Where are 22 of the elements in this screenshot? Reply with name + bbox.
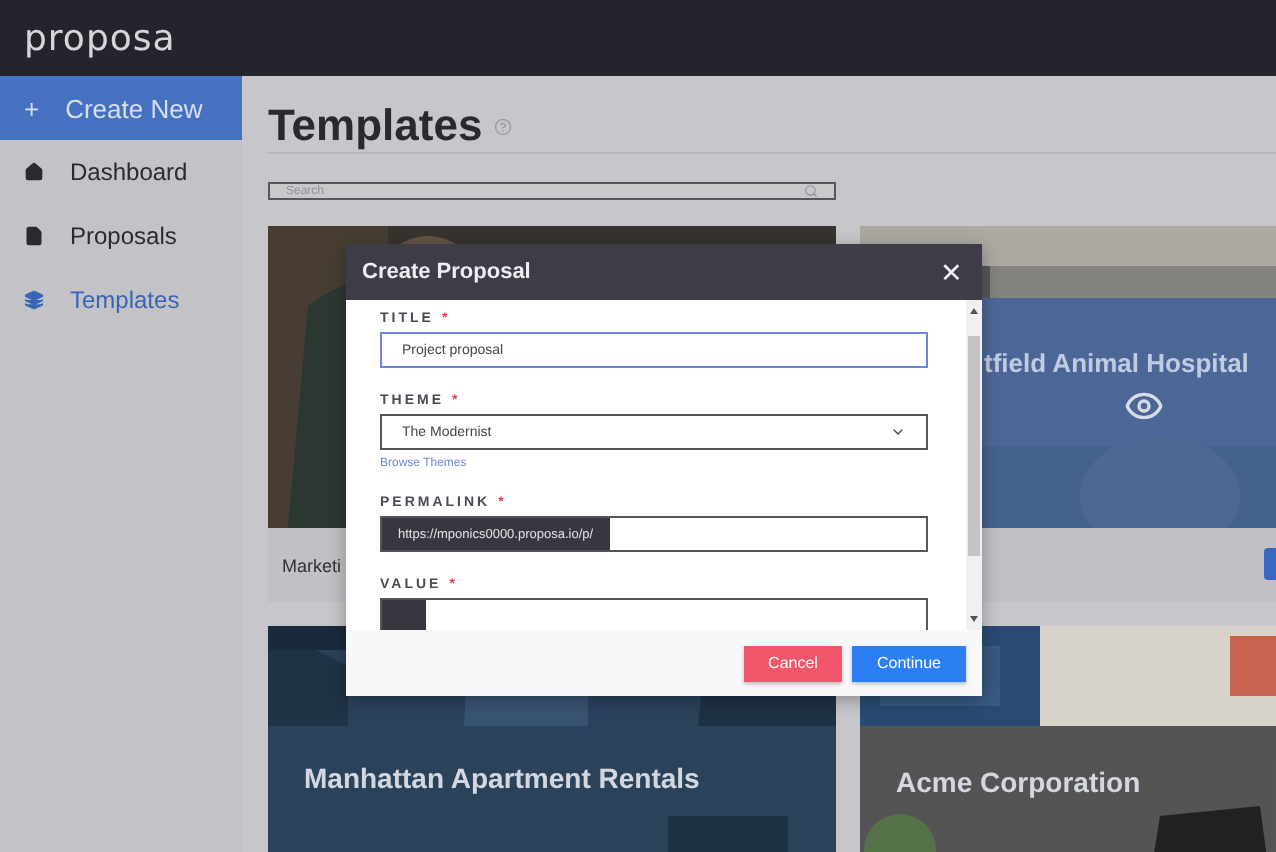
page-title: Templates [268, 100, 483, 152]
text-field[interactable] [380, 598, 928, 630]
url-prefix [382, 600, 426, 630]
caret-icon [890, 424, 906, 440]
sidebar-item[interactable]: Dashboard [0, 140, 242, 204]
template-name: Manhattan Apartment Rentals [304, 762, 700, 794]
scroll-up-icon[interactable] [970, 308, 978, 314]
continue-button[interactable]: Continue [852, 645, 966, 681]
layers-icon [24, 290, 44, 310]
scroll-down-icon[interactable] [970, 616, 978, 622]
dialog-title: Create Proposal [362, 260, 531, 284]
create-new-button[interactable]: + Create New [0, 76, 242, 140]
search-icon [804, 184, 818, 198]
logo[interactable]: proposa [24, 17, 176, 59]
scrollbar[interactable] [966, 300, 982, 630]
home-icon [24, 162, 44, 182]
document-icon [24, 226, 44, 246]
template-name: Marketi [282, 556, 342, 576]
template-name: Acme Corporation [896, 766, 1141, 798]
sidebar-item[interactable]: Proposals [0, 204, 242, 268]
template-name: tfield Animal Hospital [984, 348, 1249, 378]
close-button[interactable]: ✕ [940, 257, 962, 287]
